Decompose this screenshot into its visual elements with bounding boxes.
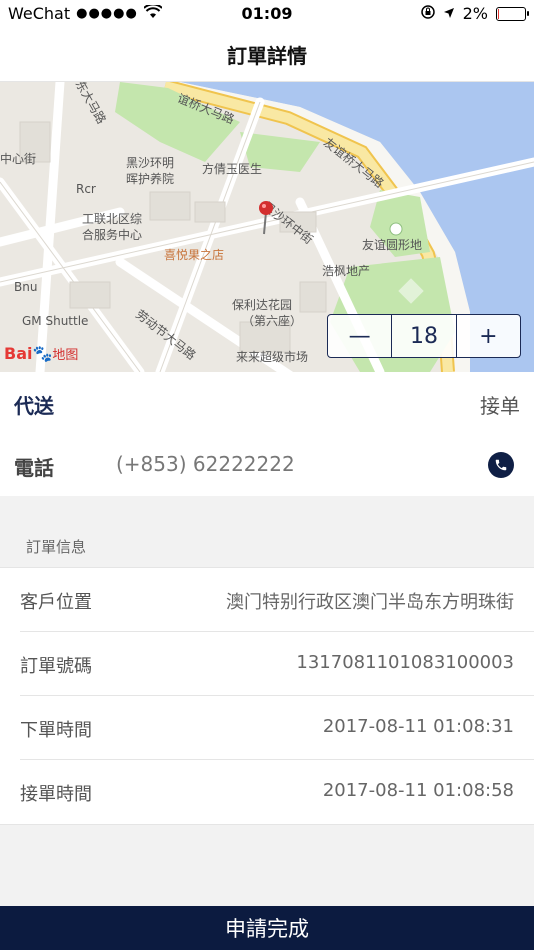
order-summary-card: 代送 接单 電話 (+853) 62222222 xyxy=(0,372,534,496)
info-label: 接單時間 xyxy=(20,784,92,805)
info-value: 澳门特别行政区澳门半岛东方明珠街 xyxy=(226,592,514,613)
info-value: 1317081101083100003 xyxy=(296,652,514,673)
order-info-card: 客戶位置 澳门特别行政区澳门半岛东方明珠街 訂單號碼 1317081101083… xyxy=(0,567,534,825)
map-label: Rcr xyxy=(76,182,96,196)
zoom-level: 18 xyxy=(391,315,457,357)
baidu-logo-cn: 地图 xyxy=(52,348,79,363)
nav-bar: 訂單詳情 xyxy=(0,28,534,82)
info-label: 訂單號碼 xyxy=(20,656,92,677)
order-info-heading: 訂單信息 xyxy=(26,538,87,556)
map-label: Bnu xyxy=(14,280,38,294)
battery-percent: 2% xyxy=(462,4,488,23)
info-label: 客戶位置 xyxy=(20,592,92,613)
accept-order-button[interactable]: 接单 xyxy=(480,390,520,419)
info-row-order-time: 下單時間 2017-08-11 01:08:31 xyxy=(0,696,534,760)
baidu-map-logo: Bai🐾地图 xyxy=(4,344,78,363)
status-right: 2% xyxy=(420,4,529,23)
zoom-out-button[interactable]: — xyxy=(328,315,391,357)
map-label: 中心街 xyxy=(0,152,37,166)
apply-complete-label: 申請完成 xyxy=(225,917,309,941)
map-label: 浩枫地产 xyxy=(322,264,371,278)
phone-label: 電話 xyxy=(14,456,54,480)
location-arrow-icon xyxy=(443,4,455,23)
phone-row: 電話 (+853) 62222222 xyxy=(0,434,534,496)
map-label: 方倩玉医生 xyxy=(202,162,263,176)
info-row-order-number: 訂單號碼 1317081101083100003 xyxy=(0,632,534,696)
status-bar: WeChat ●●●●● 01:09 2% xyxy=(0,0,534,28)
info-value: 2017-08-11 01:08:58 xyxy=(322,780,514,801)
map-label: 工联北区综 xyxy=(82,212,143,226)
page-title: 訂單詳情 xyxy=(227,44,307,68)
info-value: 2017-08-11 01:08:31 xyxy=(322,716,514,737)
battery-icon xyxy=(496,6,529,21)
delivery-row: 代送 接单 xyxy=(0,372,534,434)
info-row-accept-time: 接單時間 2017-08-11 01:08:58 xyxy=(0,760,534,824)
orientation-lock-icon xyxy=(420,4,435,23)
map-label: 晖护养院 xyxy=(126,172,175,186)
map-label: 喜悦果之店 xyxy=(164,248,225,262)
map-label: 合服务中心 xyxy=(82,228,143,242)
delivery-label: 代送 xyxy=(14,394,54,418)
map-view[interactable]: 场东大马路 中心街 黑沙环明 晖护养院 方倩玉医生 友谊桥大马路 Rcr 工联北… xyxy=(0,82,534,372)
map-label: 来来超级市场 xyxy=(236,350,309,364)
phone-number: (+853) 62222222 xyxy=(116,452,295,476)
zoom-control: — 18 + xyxy=(327,314,521,358)
map-label: 黑沙环明 xyxy=(126,156,175,170)
apply-complete-button[interactable]: 申請完成 xyxy=(0,906,534,950)
map-label: 保利达花园 xyxy=(232,298,293,312)
info-row-location: 客戶位置 澳门特别行政区澳门半岛东方明珠街 xyxy=(0,568,534,632)
map-label: 友谊圆形地 xyxy=(362,238,423,252)
map-label: GM Shuttle xyxy=(22,314,89,328)
map-label: （第六座） xyxy=(242,314,303,328)
paw-icon: 🐾 xyxy=(32,344,53,363)
info-label: 下單時間 xyxy=(20,720,92,741)
phone-call-icon[interactable] xyxy=(488,452,514,478)
baidu-logo-text: Bai xyxy=(4,344,33,363)
zoom-in-button[interactable]: + xyxy=(457,315,520,357)
battery-fill xyxy=(498,8,499,19)
